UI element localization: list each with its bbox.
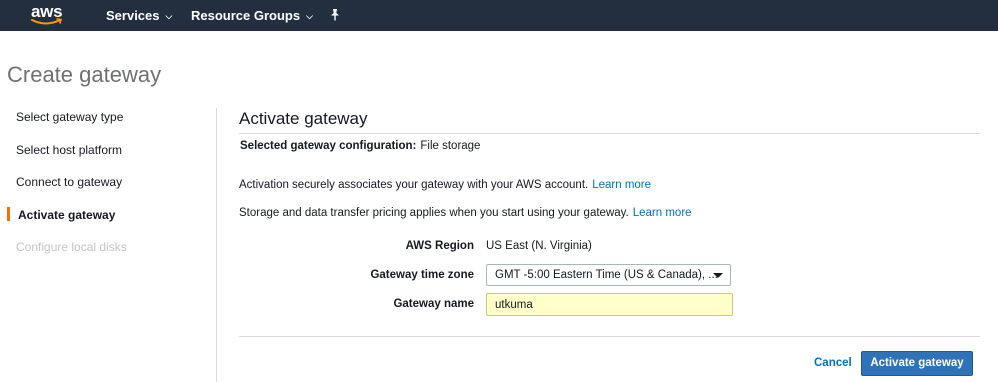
selected-configuration: Selected gateway configuration: File stor… bbox=[240, 140, 480, 152]
aws-region-label: AWS Region bbox=[405, 240, 474, 252]
pin-icon[interactable] bbox=[328, 8, 342, 22]
sidebar-item-activate-gateway[interactable]: Activate gateway bbox=[18, 208, 115, 222]
pricing-info: Storage and data transfer pricing applie… bbox=[239, 207, 692, 219]
config-value: File storage bbox=[420, 140, 481, 152]
page-title: Create gateway bbox=[7, 62, 162, 87]
activate-gateway-button[interactable]: Activate gateway bbox=[861, 351, 973, 376]
chevron-down-icon: ⌵ bbox=[306, 11, 313, 21]
activation-info: Activation securely associates your gate… bbox=[239, 179, 651, 191]
learn-more-link-activation[interactable]: Learn more bbox=[592, 179, 651, 191]
services-label: Services bbox=[106, 8, 160, 23]
active-step-indicator bbox=[7, 207, 10, 221]
chevron-down-icon: ⌵ bbox=[165, 11, 173, 21]
pricing-info-text: Storage and data transfer pricing applie… bbox=[239, 207, 629, 219]
services-menu[interactable]: Services ⌵ bbox=[106, 8, 172, 23]
section-title: Activate gateway bbox=[239, 109, 368, 128]
activation-info-text: Activation securely associates your gate… bbox=[239, 179, 589, 191]
time-zone-select[interactable]: GMT -5:00 Eastern Time (US & Canada), ..… bbox=[486, 264, 731, 286]
gateway-name-label: Gateway name bbox=[393, 298, 474, 310]
top-nav-bar: aws Services ⌵ Resource Groups ⌵ bbox=[0, 0, 998, 31]
form-footer-divider bbox=[239, 336, 980, 337]
learn-more-link-pricing[interactable]: Learn more bbox=[633, 207, 692, 219]
gateway-name-input[interactable] bbox=[486, 293, 733, 316]
sidebar-item-select-host-platform[interactable]: Select host platform bbox=[16, 143, 122, 157]
caret-down-icon bbox=[713, 273, 723, 278]
aws-region-value: US East (N. Virginia) bbox=[486, 240, 592, 252]
config-label: Selected gateway configuration: bbox=[240, 140, 417, 152]
time-zone-selected-value: GMT -5:00 Eastern Time (US & Canada), ..… bbox=[495, 269, 718, 281]
aws-logo[interactable]: aws bbox=[30, 2, 70, 27]
aws-smile-icon bbox=[31, 18, 63, 25]
sidebar-item-connect-to-gateway[interactable]: Connect to gateway bbox=[16, 175, 122, 189]
section-divider bbox=[239, 133, 980, 134]
sidebar-item-select-gateway-type[interactable]: Select gateway type bbox=[16, 110, 123, 124]
resource-groups-label: Resource Groups bbox=[191, 8, 301, 23]
resource-groups-menu[interactable]: Resource Groups ⌵ bbox=[191, 8, 313, 23]
time-zone-label: Gateway time zone bbox=[370, 269, 474, 281]
cancel-button[interactable]: Cancel bbox=[814, 357, 852, 369]
